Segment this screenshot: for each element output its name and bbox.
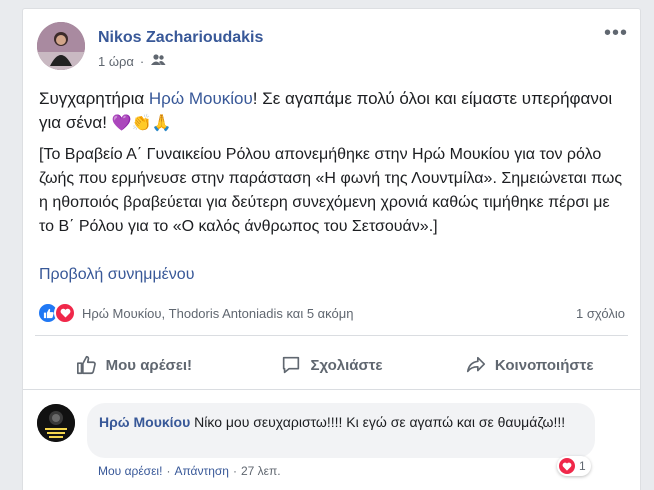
post-meta: 1 ώρα ·	[98, 54, 166, 69]
love-reaction-icon[interactable]	[54, 302, 76, 324]
comment-actions-separator: ·	[232, 464, 237, 478]
comment-reaction-count: 1	[579, 459, 586, 473]
love-reaction-icon	[559, 458, 575, 474]
post-action-bar: Μου αρέσει! Σχολιάστε Κοινοποιήστε	[35, 343, 628, 387]
reaction-names[interactable]: Ηρώ Μουκίου, Thodoris Antoniadis και 5 α…	[82, 306, 353, 321]
post-paragraph: [Το Βραβείο Α΄ Γυναικείου Ρόλου απονεμήθ…	[39, 146, 623, 235]
comment-icon	[283, 356, 300, 374]
comment-time[interactable]: 27 λεπ.	[241, 464, 281, 478]
like-button[interactable]: Μου αρέσει!	[35, 343, 233, 387]
share-icon	[466, 356, 485, 373]
comments-section: Ηρώ Μουκίου Νίκο μου σευχαριστω!!!! Κι ε…	[23, 389, 640, 490]
share-button[interactable]: Κοινοποιήστε	[430, 343, 628, 387]
purple-heart-emoji: 💜	[111, 115, 132, 132]
post-greeting: Συγχαρητήρια Ηρώ Μουκίου! Σε αγαπάμε πολ…	[39, 87, 619, 136]
comment-text: Νίκο μου σευχαριστω!!!! Κι εγώ σε αγαπώ …	[190, 414, 566, 430]
post-options-icon[interactable]: •••	[604, 23, 628, 43]
like-button-label: Μου αρέσει!	[105, 356, 193, 374]
clapping-hands-emoji: 👏	[131, 115, 152, 132]
author-avatar[interactable]	[37, 22, 85, 70]
comment-bubble: Ηρώ Μουκίου Νίκο μου σευχαριστω!!!! Κι ε…	[87, 403, 595, 458]
commenter-avatar-image	[37, 404, 75, 442]
commenter-avatar[interactable]	[37, 404, 75, 442]
greeting-text: Συγχαρητήρια	[39, 89, 149, 108]
comment-button[interactable]: Σχολιάστε	[233, 343, 431, 387]
comment-count[interactable]: 1 σχόλιο	[576, 306, 625, 321]
view-attachment-link[interactable]: Προβολή συνημμένου	[39, 266, 194, 284]
comment-reactions[interactable]: 1	[557, 456, 591, 476]
share-button-label: Κοινοποιήστε	[494, 356, 594, 374]
thumbs-up-icon	[76, 355, 96, 375]
post-author-name[interactable]: Nikos Zacharioudakis	[98, 29, 263, 47]
comment-actions: Μου αρέσει! · Απάντηση · 27 λεπ.	[98, 464, 281, 478]
comment-reply-link[interactable]: Απάντηση	[174, 464, 229, 478]
reactions-bar: Ηρώ Μουκίου, Thodoris Antoniadis και 5 α…	[37, 302, 627, 324]
divider	[35, 335, 628, 336]
post-card: Nikos Zacharioudakis 1 ώρα · ••• Συγχαρη…	[22, 8, 641, 490]
post-time[interactable]: 1 ώρα	[98, 54, 134, 69]
friends-audience-icon[interactable]	[150, 54, 166, 69]
comment-like-link[interactable]: Μου αρέσει!	[98, 464, 162, 478]
commenter-name[interactable]: Ηρώ Μουκίου	[99, 414, 190, 430]
meta-separator: ·	[139, 54, 145, 69]
comment-actions-separator: ·	[166, 464, 171, 478]
author-avatar-image	[37, 22, 85, 70]
mention-link[interactable]: Ηρώ Μουκίου	[149, 89, 253, 108]
folded-hands-emoji: 🙏	[151, 115, 172, 132]
comment-button-label: Σχολιάστε	[310, 356, 383, 374]
